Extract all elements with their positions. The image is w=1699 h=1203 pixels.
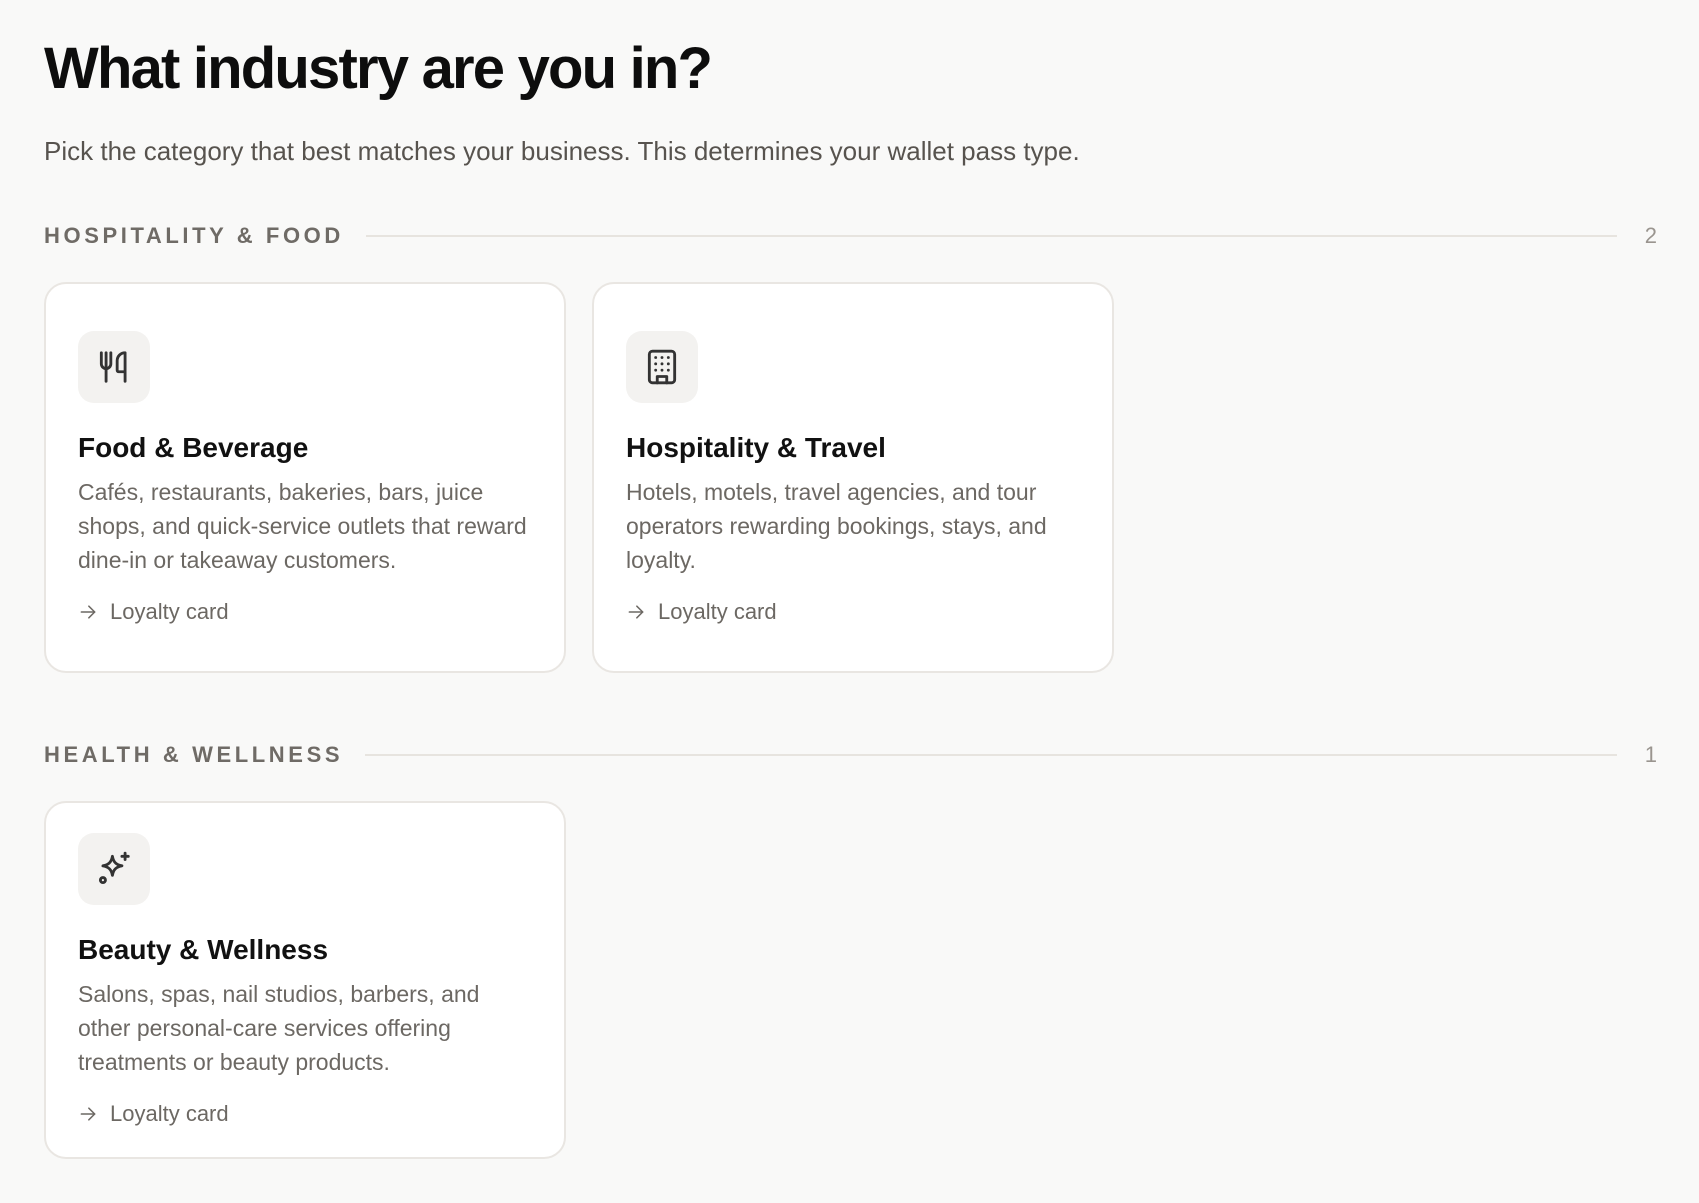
pass-type-label: Loyalty card <box>110 598 229 624</box>
section-header: HOSPITALITY & FOOD 2 <box>44 220 1657 252</box>
card-title: Food & Beverage <box>78 431 309 463</box>
card-description: Hotels, motels, travel agencies, and tou… <box>626 478 1047 573</box>
pass-type-label: Loyalty card <box>110 1101 229 1126</box>
card-pass-type: Loyalty card <box>626 599 1080 625</box>
card-title: Beauty & Wellness <box>78 934 329 965</box>
industry-card-food-beverage[interactable]: Food & Beverage Cafés, restaurants, bake… <box>44 282 566 673</box>
industry-picker-page: What industry are you in? Pick the categ… <box>0 0 1699 1159</box>
arrow-right-icon <box>80 604 96 619</box>
section-count: 2 <box>1644 223 1657 248</box>
section-header: HEALTH & WELLNESS 1 <box>44 739 1657 771</box>
card-title: Hospitality & Travel <box>626 431 886 463</box>
arrow-right-icon <box>80 1107 96 1121</box>
card-icon-box <box>626 330 698 403</box>
card-pass-type: Loyalty card <box>78 1101 532 1127</box>
card-icon-box <box>78 833 150 905</box>
section-title: HEALTH & WELLNESS <box>44 742 344 767</box>
section-divider <box>365 754 1617 756</box>
card-icon-box <box>78 330 150 403</box>
industry-card-hospitality-travel[interactable]: Hospitality & Travel Hotels, motels, tra… <box>592 282 1114 673</box>
section-hospitality-food: HOSPITALITY & FOOD 2 Food & Beverage Caf… <box>44 220 1657 673</box>
industry-card-beauty-wellness[interactable]: Beauty & Wellness Salons, spas, nail stu… <box>44 801 566 1159</box>
card-grid: Beauty & Wellness Salons, spas, nail stu… <box>44 801 1655 1159</box>
card-description: Salons, spas, nail studios, barbers, and… <box>78 981 480 1075</box>
fork-knife-icon <box>99 350 127 383</box>
card-grid: Food & Beverage Cafés, restaurants, bake… <box>44 282 1655 673</box>
section-title: HOSPITALITY & FOOD <box>44 223 344 248</box>
sparkles-icon <box>98 851 130 885</box>
card-pass-type: Loyalty card <box>78 599 532 625</box>
page-subtitle: Pick the category that best matches your… <box>44 136 1080 166</box>
card-description: Cafés, restaurants, bakeries, bars, juic… <box>78 478 527 573</box>
section-health-wellness: HEALTH & WELLNESS 1 Beauty & Wellness Sa… <box>44 739 1657 1159</box>
arrow-right-icon <box>628 604 644 619</box>
page-title: What industry are you in? <box>44 36 713 101</box>
section-count: 1 <box>1644 742 1657 767</box>
section-divider <box>365 235 1617 237</box>
pass-type-label: Loyalty card <box>658 598 777 624</box>
building-icon <box>647 349 677 384</box>
